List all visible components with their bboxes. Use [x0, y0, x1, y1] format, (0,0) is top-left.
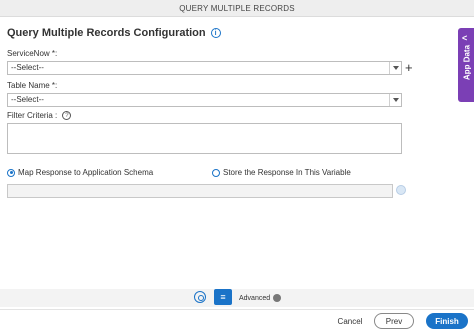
servicenow-label: ServiceNow *: — [7, 49, 58, 58]
finish-button[interactable]: Finish — [426, 313, 468, 329]
servicenow-select[interactable]: --Select-- — [7, 61, 402, 75]
page-heading: Query Multiple Records Configuration i — [7, 27, 221, 39]
store-response-label: Store the Response In This Variable — [223, 168, 351, 177]
advanced-gear-icon — [273, 294, 282, 302]
help-icon[interactable]: ? — [62, 111, 72, 121]
advanced-toggle[interactable]: Advanced — [239, 294, 282, 302]
add-icon[interactable]: + — [405, 61, 413, 75]
table-name-label: Table Name *: — [7, 81, 58, 90]
filter-criteria-input[interactable] — [7, 123, 402, 154]
map-response-label: Map Response to Application Schema — [18, 168, 154, 177]
page-title: Query Multiple Records Configuration — [7, 27, 206, 39]
window-title: QUERY MULTIPLE RECORDS — [0, 0, 474, 17]
chevron-down-icon[interactable] — [389, 94, 401, 106]
advanced-label: Advanced — [239, 294, 271, 302]
bottom-toolbar — [0, 289, 474, 307]
table-name-select-value: --Select-- — [11, 95, 44, 104]
store-response-radio[interactable] — [212, 168, 220, 177]
filter-criteria-label-text: Filter Criteria : — [7, 111, 58, 120]
chevron-left-icon: < — [462, 33, 468, 43]
variable-picker-icon[interactable] — [396, 185, 406, 195]
app-data-tab[interactable]: < App Data — [458, 28, 474, 102]
chevron-down-icon[interactable] — [389, 62, 401, 74]
table-name-select[interactable]: --Select-- — [7, 93, 402, 107]
map-response-radio[interactable] — [7, 168, 15, 177]
info-icon[interactable]: i — [210, 28, 221, 38]
prev-button[interactable]: Prev — [374, 313, 414, 329]
gear-icon[interactable] — [194, 291, 206, 303]
filter-criteria-label: Filter Criteria : ? — [7, 111, 72, 121]
cancel-button[interactable]: Cancel — [333, 313, 367, 329]
document-icon[interactable]: ≡ — [214, 289, 232, 305]
map-response-radio-row[interactable]: Map Response to Application Schema — [7, 168, 153, 177]
response-variable-field[interactable] — [7, 184, 393, 198]
footer-divider — [0, 309, 474, 310]
store-response-radio-row[interactable]: Store the Response In This Variable — [212, 168, 351, 177]
app-data-label: App Data — [462, 44, 472, 81]
servicenow-select-value: --Select-- — [11, 63, 44, 72]
